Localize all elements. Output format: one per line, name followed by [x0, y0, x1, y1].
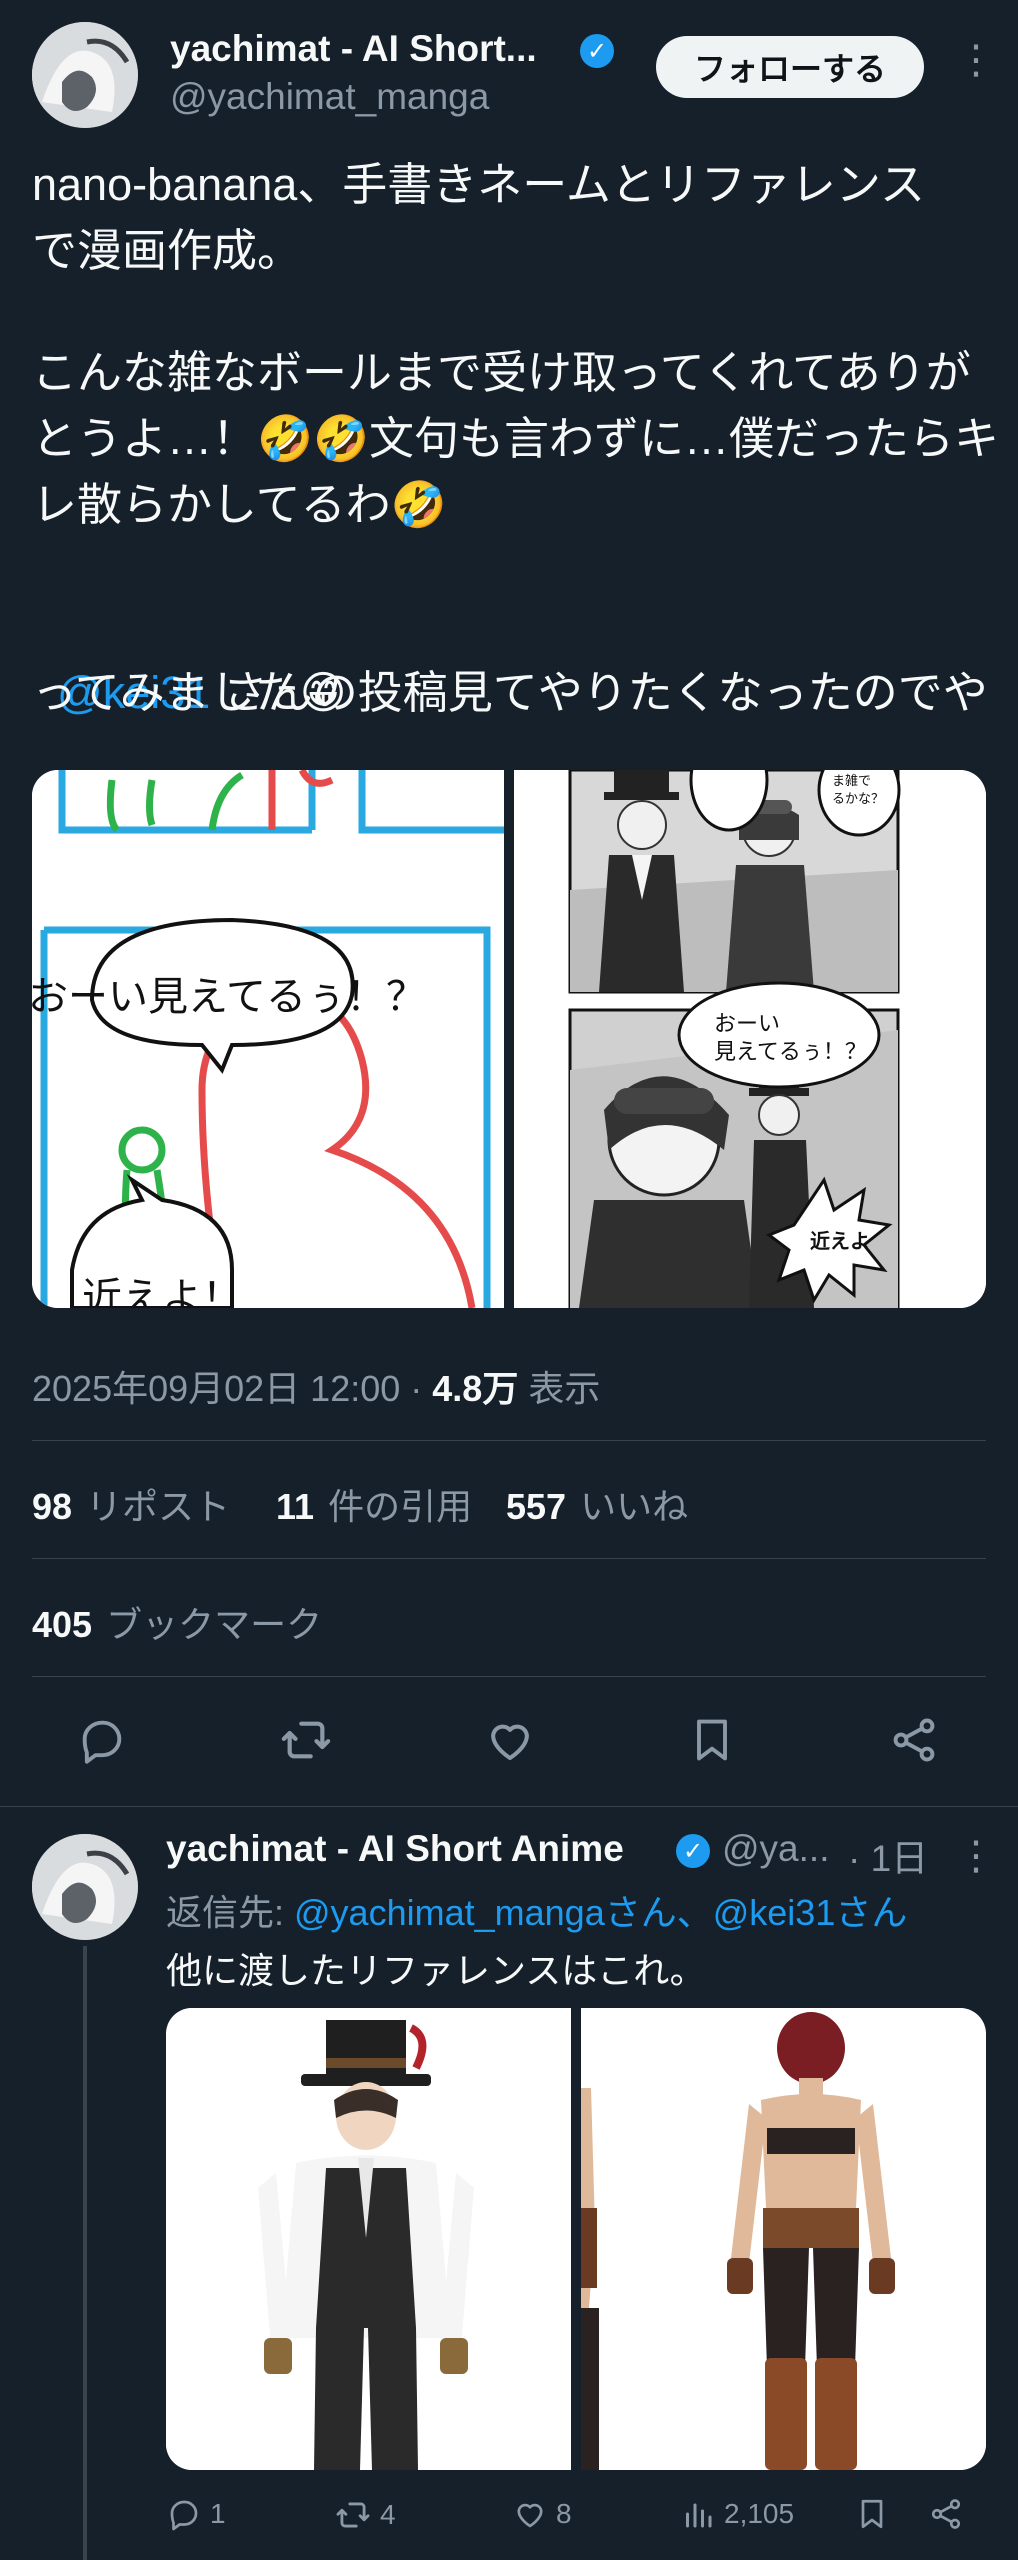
reply-like-count: 8 [556, 2498, 572, 2529]
views-chart-icon [686, 2503, 712, 2528]
verified-badge-icon: ✓ [580, 34, 614, 68]
tweet-text-line: nano-banana、手書きネームとリファレンス [32, 159, 926, 210]
more-options-icon[interactable]: ⋮ [956, 40, 996, 80]
reply-author-handle[interactable]: @ya... [722, 1828, 829, 1870]
reply-like-action[interactable]: 8 [512, 2496, 572, 2532]
reply-reply-count: 1 [210, 2498, 226, 2529]
bookmark-icon[interactable] [682, 1710, 742, 1770]
reply-repost-count: 4 [380, 2499, 396, 2530]
quotes-label: 件の引用 [328, 1486, 473, 1527]
reply-author-name[interactable]: yachimat - AI Short Anime [166, 1828, 624, 1870]
quotes-stat[interactable]: 11 件の引用 [276, 1478, 472, 1530]
views-count: 4.8万 [432, 1368, 519, 1409]
reply-text: 他に渡したリファレンスはこれ。 [166, 1950, 706, 1991]
media-manga-image[interactable]: ま雑で るかな？ おーい 見えてるぅ！？ 近えよ [514, 770, 986, 1308]
divider [32, 1676, 986, 1677]
reply-to-line: 返信先: @yachimat_mangaさん、@kei31さん [166, 1884, 907, 1936]
reply-media-grid [166, 2008, 986, 2470]
reply-time[interactable]: · 1日 [848, 1828, 928, 1882]
like-icon[interactable] [480, 1710, 540, 1770]
divider [32, 1558, 986, 1559]
reply-views-count: 2,105 [724, 2498, 795, 2529]
manga-speech-text: 近えよ [810, 1231, 870, 1253]
reply-share-action[interactable] [928, 2496, 964, 2532]
share-icon[interactable] [884, 1710, 944, 1770]
tweet-datetime[interactable]: 2025年09月02日 12:00 [32, 1368, 400, 1409]
bookmarks-label: ブックマーク [106, 1604, 323, 1645]
verified-badge-icon: ✓ [676, 1834, 710, 1868]
manga-speech-text: おーい 見えてるぅ！？ [714, 1011, 867, 1064]
tweet-text-line: こんな雑なボールまで受け取ってくれてありが [32, 347, 971, 398]
media-sketch-image[interactable]: おーい見えてるぅ！？ 近えよ！ [32, 770, 504, 1308]
character-sheet-man [166, 2008, 570, 2470]
repost-icon[interactable] [276, 1710, 336, 1770]
separator-dot: · [410, 1368, 433, 1409]
reply-to-san: さん [835, 1892, 908, 1933]
reposts-stat[interactable]: 98 リポスト [32, 1478, 230, 1530]
author-avatar[interactable] [32, 22, 138, 128]
reply-views-action[interactable]: 2,105 [680, 2496, 794, 2532]
tweet-text-line: レ散らかしてるわ🤣 [32, 479, 447, 530]
more-options-icon[interactable]: ⋮ [956, 1836, 996, 1876]
bookmarks-count: 405 [32, 1604, 93, 1645]
bookmark-icon [861, 2499, 883, 2529]
reposts-count: 98 [32, 1486, 73, 1527]
author-handle[interactable]: @yachimat_manga [170, 76, 489, 118]
reference-man-image[interactable] [166, 2008, 571, 2470]
reply-icon [170, 2500, 198, 2531]
tweet-timestamp-line: 2025年09月02日 12:00 · 4.8万 表示 [32, 1360, 600, 1412]
reply-reply-action[interactable]: 1 [166, 2496, 226, 2532]
divider [0, 1806, 1018, 1807]
reply-repost-action[interactable]: 4 [334, 2496, 396, 2534]
tweet-text-line: ってみました😁 [32, 667, 347, 718]
bookmarks-stat[interactable]: 405 ブックマーク [32, 1596, 322, 1648]
thread-line [83, 1946, 87, 2560]
sketch-speech-text: おーい見えてるぅ！？ [32, 975, 426, 1019]
likes-label: いいね [580, 1486, 689, 1527]
character-sheet-woman [581, 2008, 986, 2470]
media-grid: おーい見えてるぅ！？ 近えよ！ ま雑で るかな？ おーい 見えてるぅ！？ 近えよ [32, 770, 986, 1308]
avatar-illustration-icon [32, 1834, 138, 1940]
reply-to-prefix: 返信先: [166, 1892, 295, 1933]
repost-icon [336, 2502, 370, 2528]
reply-to-user-link[interactable]: @yachimat_manga [294, 1892, 605, 1933]
reply-to-san: さん、 [604, 1892, 713, 1933]
author-name[interactable]: yachimat - AI Short... [170, 28, 537, 70]
follow-button[interactable]: フォローする [656, 36, 924, 98]
manga-speech-text: ま雑で るかな？ [832, 773, 885, 806]
reply-bookmark-action[interactable] [854, 2496, 890, 2532]
reply-to-user-link[interactable]: @kei31 [713, 1892, 836, 1933]
avatar-illustration-icon [32, 22, 138, 128]
reply-author-avatar[interactable] [32, 1834, 138, 1940]
share-icon [931, 2499, 961, 2529]
sketch-drawing [32, 770, 504, 1308]
divider [32, 1440, 986, 1441]
tweet-text-line: で漫画作成。 [32, 225, 303, 276]
likes-stat[interactable]: 557 いいね [506, 1478, 688, 1530]
quotes-count: 11 [276, 1486, 315, 1527]
reply-icon[interactable] [72, 1710, 132, 1770]
like-icon [517, 2503, 543, 2528]
likes-count: 557 [506, 1486, 567, 1527]
reference-woman-image[interactable] [581, 2008, 986, 2470]
views-label: 表示 [528, 1368, 601, 1409]
sketch-speech-text: 近えよ！ [82, 1276, 242, 1308]
tweet-text-line: とうよ…！🤣🤣文句も言わずに…僕だったらキ [32, 413, 1000, 464]
reposts-label: リポスト [86, 1486, 231, 1527]
